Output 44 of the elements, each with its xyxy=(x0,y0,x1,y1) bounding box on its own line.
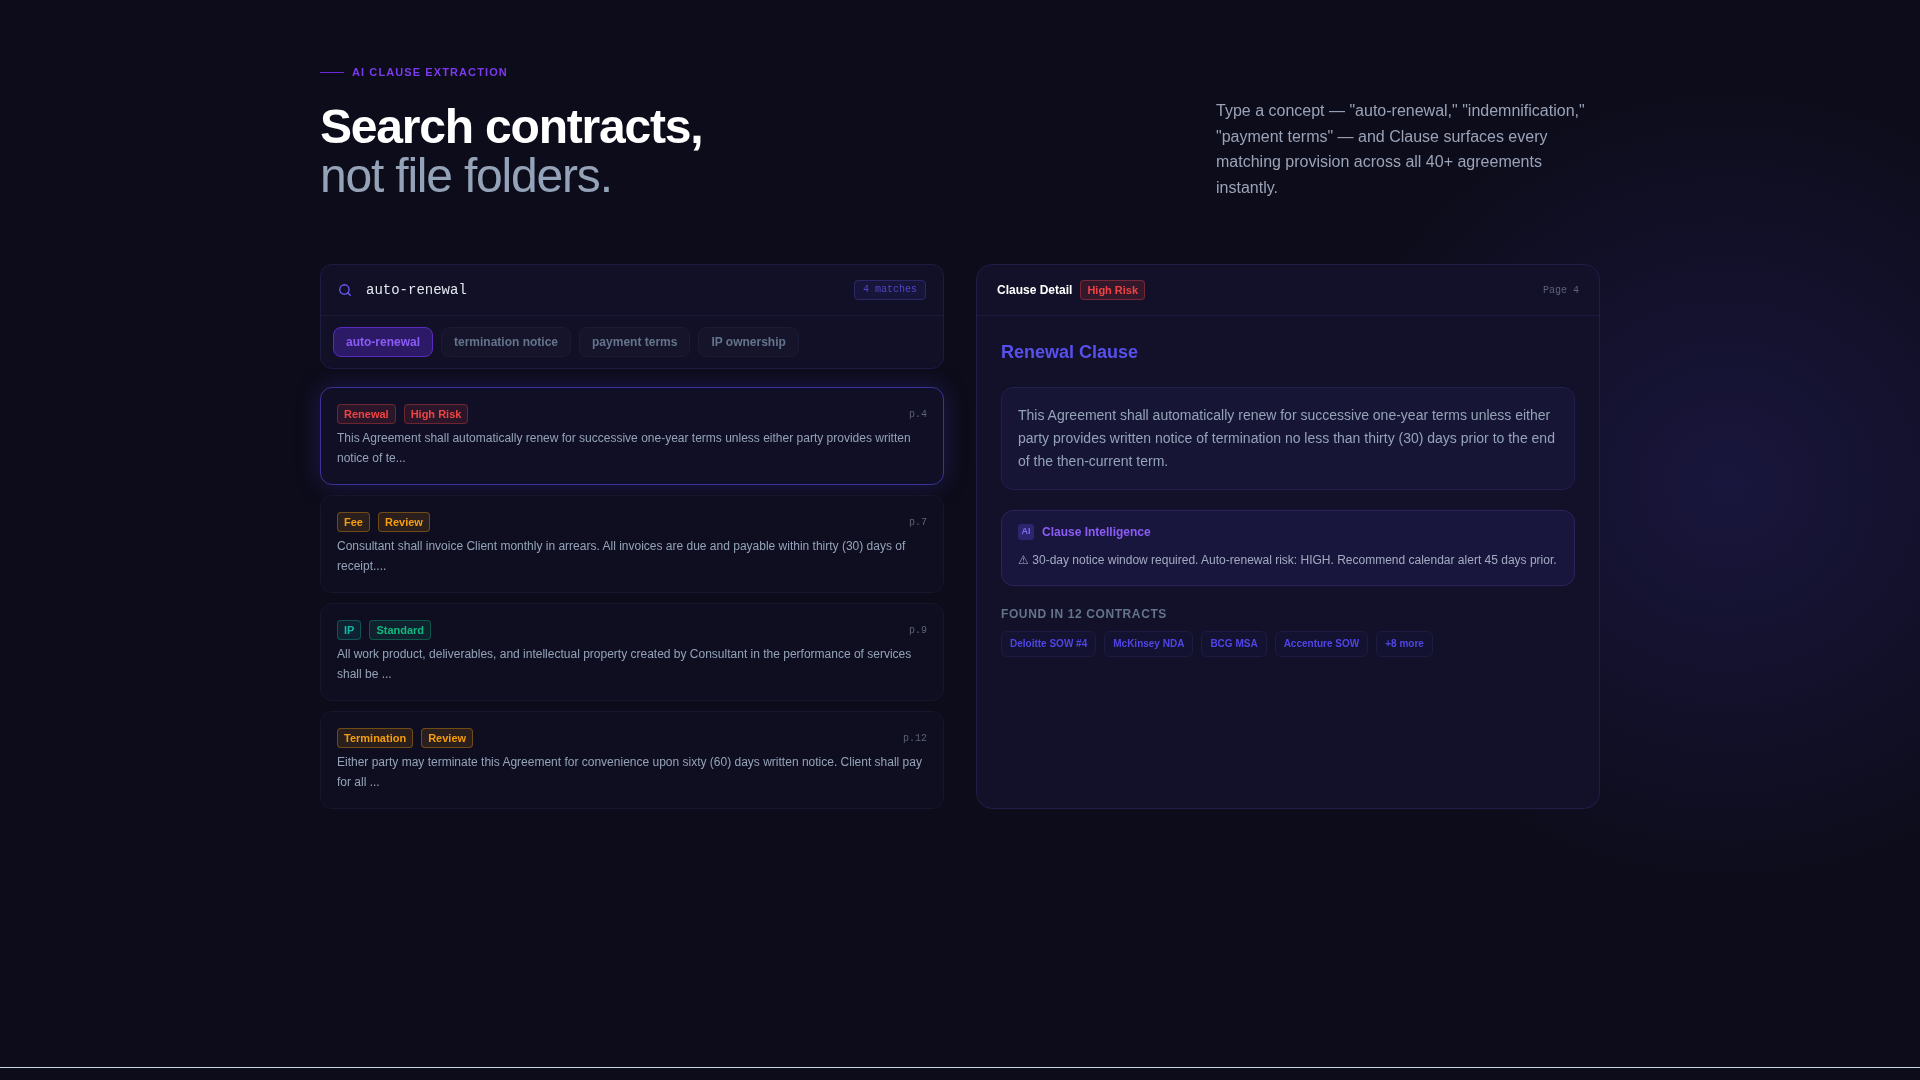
clause-title: Renewal Clause xyxy=(1001,341,1140,365)
clause-tag: Termination xyxy=(337,728,414,749)
search-input[interactable]: auto-renewal xyxy=(366,279,840,301)
clause-excerpt: All work product, deliverables, and intellectual property created by Consultant in the performance of services shall be ... xyxy=(337,646,913,684)
clause-tag: Review xyxy=(421,728,474,749)
clause-tag: Review xyxy=(377,512,430,533)
intro-text: Type a concept — "auto-renewal," "indemnification," "payment terms" — and Clause surfaces every matching provision across all 40+ agreements instantly. xyxy=(1216,101,1586,198)
intelligence-title: Clause Intelligence xyxy=(1042,523,1151,540)
page-number: p.4 xyxy=(909,407,927,422)
page-number: Page 4 xyxy=(1543,283,1579,298)
result-card[interactable]: Fee Review p.7 Consultant shall invoice Client monthly in arrears. All invoices are due and payable within thirty (30) days of receipt.... xyxy=(320,495,944,594)
risk-tag: High Risk xyxy=(1080,280,1146,301)
contract-link[interactable]: Deloitte SOW #4 xyxy=(1001,630,1097,657)
clause-excerpt: This Agreement shall automatically renew for successive one-year terms unless either party provides written notice of te... xyxy=(337,430,912,468)
found-in-label: FOUND IN 12 CONTRACTS xyxy=(1001,605,1168,622)
clause-tag: IP xyxy=(337,620,362,641)
contract-link[interactable]: +8 more xyxy=(1376,630,1433,657)
result-card[interactable]: IP Standard p.9 All work product, deliverables, and intellectual property created by Consultant in the performance of services shall be ... xyxy=(320,603,944,702)
page-number: p.7 xyxy=(909,515,927,530)
search-icon xyxy=(338,283,352,298)
clause-tag: Fee xyxy=(337,512,370,533)
section-eyebrow: AI CLAUSE EXTRACTION xyxy=(352,65,508,80)
clause-excerpt: Consultant shall invoice Client monthly in arrears. All invoices are due and payable within thirty (30) days of receipt.... xyxy=(337,538,907,576)
result-card[interactable]: Termination Review p.12 Either party may terminate this Agreement for convenience upon sixty (60) days written notice. Client shall pay for all ... xyxy=(320,711,944,810)
page-number: p.9 xyxy=(909,623,927,638)
page-heading: Search contracts, not file folders. xyxy=(320,101,703,201)
suggestion-chip[interactable]: auto-renewal xyxy=(333,327,433,358)
clause-tag: Renewal xyxy=(337,404,396,425)
intelligence-note: ⚠ 30-day notice window required. Auto-renewal risk: HIGH. Recommend calendar alert 45 days prior. xyxy=(1018,551,1558,569)
clause-tag: High Risk xyxy=(403,404,469,425)
contract-link[interactable]: Accenture SOW xyxy=(1274,630,1369,657)
ai-tag: AI xyxy=(1018,523,1034,540)
clause-text: This Agreement shall automatically renew for successive one-year terms unless either party provides written notice of termination no less than thirty (30) days prior to the end of the then-current term. xyxy=(1001,387,1575,490)
match-count: 4 matches xyxy=(854,280,926,301)
suggestion-chip[interactable]: payment terms xyxy=(579,327,691,358)
contract-link[interactable]: McKinsey NDA xyxy=(1104,630,1194,657)
result-card[interactable]: Renewal High Risk p.4 This Agreement shall automatically renew for successive one-year terms unless either party provides written notice of te... xyxy=(320,387,944,486)
suggestion-chip[interactable]: IP ownership xyxy=(698,327,799,358)
clause-tag: Standard xyxy=(369,620,432,641)
panel-title: Clause Detail xyxy=(997,282,1073,300)
clause-excerpt: Either party may terminate this Agreement for convenience upon sixty (60) days written notice. Client shall pay for all ... xyxy=(337,754,923,792)
contract-link[interactable]: BCG MSA xyxy=(1201,630,1267,657)
page-number: p.12 xyxy=(903,731,927,746)
suggestion-chip[interactable]: termination notice xyxy=(441,327,572,358)
